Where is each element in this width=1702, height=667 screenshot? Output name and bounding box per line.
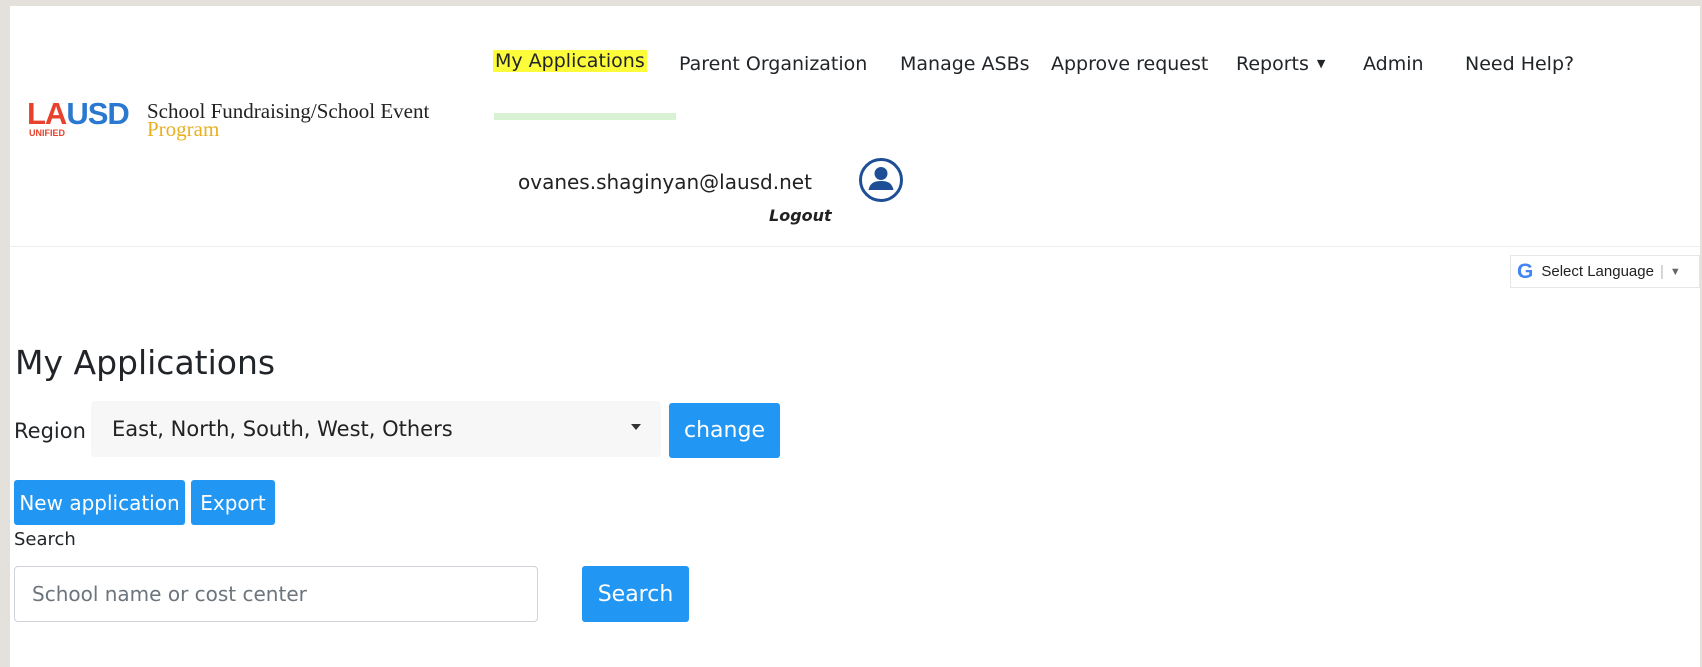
export-button[interactable]: Export	[191, 480, 275, 525]
logo-unified: UNIFIED	[29, 128, 65, 138]
logo-letters: LAUSD	[27, 98, 147, 129]
nav-reports[interactable]: Reports ▼	[1236, 53, 1325, 75]
nav-manage-asbs[interactable]: Manage ASBs	[900, 53, 1030, 75]
nav-reports-label: Reports	[1236, 53, 1309, 75]
region-label: Region	[14, 419, 86, 443]
program-name: School Fundraising/School Event Program	[135, 98, 429, 141]
chevron-down-icon	[631, 424, 641, 430]
search-input[interactable]	[14, 566, 538, 622]
header-divider	[10, 246, 1700, 247]
program-subtitle: Program	[147, 117, 220, 141]
language-selector[interactable]: G Select Language | ▼	[1510, 255, 1700, 288]
change-region-button[interactable]: change	[669, 403, 780, 458]
chevron-down-icon: ▼	[1316, 57, 1326, 70]
user-circle-icon[interactable]	[858, 157, 904, 203]
page-title: My Applications	[15, 343, 276, 382]
nav-parent-organization[interactable]: Parent Organization	[679, 53, 867, 75]
logo-la: LA	[27, 96, 67, 131]
new-application-button[interactable]: New application	[14, 480, 185, 525]
search-button[interactable]: Search	[582, 566, 689, 622]
user-email: ovanes.shaginyan@lausd.net	[518, 170, 812, 194]
active-nav-indicator	[494, 113, 676, 120]
logo-usd: USD	[66, 96, 129, 131]
page-frame: LAUSD UNIFIED School Fundraising/School …	[10, 6, 1700, 667]
google-g-icon: G	[1517, 259, 1534, 283]
nav-approve-request[interactable]: Approve request	[1051, 53, 1208, 75]
nav-my-applications[interactable]: My Applications	[493, 50, 647, 72]
logo-mark: LAUSD UNIFIED	[27, 98, 147, 146]
region-select-value: East, North, South, West, Others	[112, 417, 453, 441]
logout-link[interactable]: Logout	[769, 206, 832, 225]
dropdown-arrow-icon: ▼	[1669, 265, 1681, 278]
language-selector-separator: |	[1659, 263, 1664, 280]
language-selector-label: Select Language	[1541, 263, 1654, 280]
lausd-logo[interactable]: LAUSD UNIFIED School Fundraising/School …	[27, 98, 429, 146]
region-select[interactable]: East, North, South, West, Others	[91, 401, 661, 457]
nav-need-help[interactable]: Need Help?	[1465, 53, 1574, 75]
search-label: Search	[14, 529, 76, 550]
nav-admin[interactable]: Admin	[1363, 53, 1424, 75]
